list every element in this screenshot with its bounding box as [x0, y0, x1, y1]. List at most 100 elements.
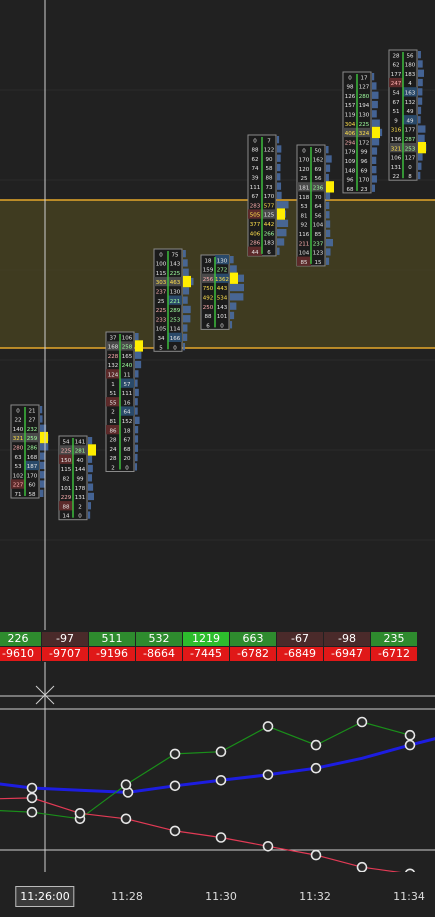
ask-volume-label: 180 — [405, 63, 416, 69]
ask-volume-label: 0 — [78, 514, 82, 520]
volume-profile-bar — [418, 78, 423, 87]
volume-profile-bar — [372, 73, 375, 81]
volume-profile-bar — [183, 259, 188, 267]
bid-volume-label: 283 — [250, 203, 261, 209]
delta-value: 1219 — [183, 632, 229, 646]
volume-profile-bar — [418, 134, 425, 142]
ask-volume-label: 166 — [170, 336, 181, 342]
bid-volume-label: 119 — [345, 113, 356, 119]
indicator-point — [262, 841, 274, 852]
ask-volume-label: 232 — [27, 427, 38, 433]
bid-volume-label: 136 — [391, 137, 402, 143]
bid-volume-label: 286 — [250, 241, 261, 247]
bid-volume-label: 54 — [393, 91, 400, 97]
volume-profile-bar — [183, 268, 189, 276]
volume-profile-bar — [418, 97, 423, 105]
footprint-price-pane[interactable]: 0 21 22 27 140 232 321 259 280 286 63 168 53 187 102 17… — [0, 0, 435, 630]
volume-profile-bar — [418, 171, 421, 180]
volume-profile-bar — [135, 379, 138, 387]
bid-volume-label: 81 — [110, 419, 117, 425]
bid-volume-label: 82 — [63, 477, 70, 483]
bid-volume-label: 85 — [301, 260, 308, 266]
bid-volume-label: 377 — [250, 222, 261, 228]
volume-profile-bar — [277, 136, 280, 144]
footprint-bar-1: 0 21 22 27 140 232321 259280 286 63 168 53 187102 17… — [10, 404, 49, 499]
time-axis[interactable]: 11:26:00 11:28 11:30 11:32 11:34 — [0, 872, 435, 917]
volume-profile-bar — [230, 256, 234, 264]
ask-volume-label: 130 — [170, 290, 181, 296]
time-tick-label: 11:28 — [111, 890, 143, 903]
volume-profile-bar — [135, 426, 139, 434]
ask-volume-label: 131 — [75, 495, 86, 501]
ask-volume-label: 111 — [122, 391, 133, 397]
volume-profile-bar — [326, 155, 332, 163]
indicator-pane[interactable] — [0, 662, 435, 880]
bid-volume-label: 104 — [299, 251, 310, 257]
indicator-point — [169, 825, 181, 837]
volume-profile-bar — [40, 489, 44, 497]
volume-profile-bar — [183, 296, 188, 304]
ask-volume-label: 463 — [170, 280, 181, 286]
time-tick-label: 11:34 — [393, 890, 425, 903]
bid-volume-label: 98 — [347, 85, 354, 91]
ask-volume-label: 96 — [361, 159, 368, 165]
poc-marker — [40, 431, 48, 444]
volume-profile-bar — [88, 455, 93, 463]
bid-volume-label: 211 — [299, 241, 310, 247]
bid-volume-label: 280 — [13, 446, 24, 452]
ask-volume-label: 0 — [125, 466, 129, 472]
bid-volume-label: 225 — [61, 449, 72, 455]
ask-volume-label: 127 — [359, 85, 370, 91]
ask-volume-label: 144 — [75, 467, 86, 473]
bid-volume-label: 102 — [13, 473, 24, 479]
volume-profile-bar — [135, 351, 142, 359]
ask-volume-label: 172 — [359, 140, 370, 146]
ask-volume-label: 259 — [27, 436, 38, 442]
delta-value: 532 — [136, 632, 182, 646]
indicator-chart-svg[interactable] — [0, 662, 435, 880]
volume-profile-bar — [230, 311, 235, 320]
ask-volume-label: 17 — [361, 75, 368, 81]
ask-volume-label: 114 — [170, 327, 181, 333]
ask-volume-label: 90 — [266, 157, 273, 163]
bid-volume-label: 111 — [250, 185, 261, 191]
bid-volume-label: 303 — [156, 280, 167, 286]
cumulative-delta-value: -6947 — [324, 647, 370, 661]
ask-volume-label: 7 — [267, 138, 271, 144]
volume-profile-bar — [135, 360, 142, 369]
volume-profile-bar — [40, 471, 46, 479]
volume-profile-bar — [183, 250, 186, 258]
bid-volume-label: 2 — [111, 466, 115, 472]
ask-volume-label: 104 — [313, 223, 324, 229]
volume-profile-bar — [135, 398, 138, 406]
bid-volume-label: 115 — [61, 467, 72, 473]
ask-volume-label: 152 — [122, 419, 133, 425]
bid-volume-label: 116 — [299, 232, 310, 238]
bid-volume-label: 406 — [250, 231, 261, 237]
volume-profile-bar — [418, 51, 421, 59]
ask-volume-label: 287 — [405, 137, 416, 143]
bid-volume-label: 150 — [61, 458, 72, 464]
poc-marker — [135, 340, 143, 352]
indicator-point — [262, 769, 274, 781]
ask-volume-label: 236 — [313, 186, 324, 192]
bid-volume-label: 505 — [250, 213, 261, 219]
bid-volume-label: 250 — [203, 305, 214, 311]
ask-volume-label: 163 — [405, 91, 416, 97]
bid-volume-label: 1 — [111, 382, 115, 388]
time-tick-label: 11:30 — [205, 890, 237, 903]
indicator-point — [26, 782, 38, 794]
volume-profile-bar — [277, 219, 289, 227]
ask-volume-label: 253 — [170, 317, 181, 323]
bid-volume-label: 22 — [15, 418, 22, 424]
ask-volume-label: 324 — [359, 131, 370, 137]
ask-volume-label: 16 — [124, 400, 131, 406]
volume-profile-bar — [230, 321, 233, 329]
volume-profile-bar — [40, 480, 46, 488]
indicator-point — [169, 780, 181, 792]
footprint-chart-svg[interactable]: 0 2122 27140 232321 259280 28663 16853 187102 17… — [0, 0, 435, 630]
bid-volume-label: 177 — [391, 72, 402, 78]
volume-profile-bar — [372, 119, 380, 127]
bid-volume-label: 126 — [345, 94, 356, 100]
ask-volume-label: 73 — [266, 185, 273, 191]
